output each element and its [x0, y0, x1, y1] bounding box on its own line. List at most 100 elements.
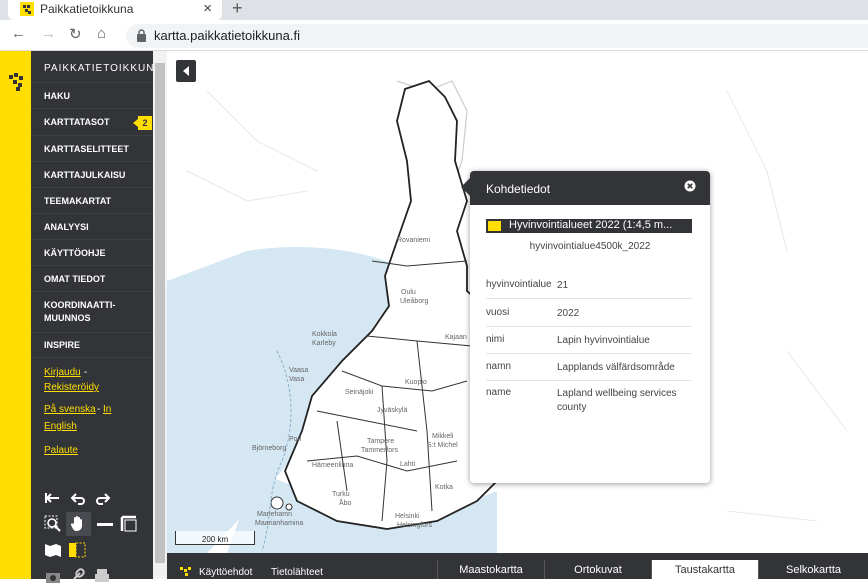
nav-item-haku[interactable]: HAKU [31, 82, 153, 108]
place-label: Mariehamn [257, 511, 293, 518]
collapse-sidebar-button[interactable] [176, 60, 196, 82]
nav-item-analyysi[interactable]: ANALYYSI [31, 213, 153, 239]
place-label: Uleåborg [400, 298, 429, 305]
nav-item-label: KARTTASELITTEET [44, 143, 129, 154]
map-footer: Käyttöehdot Tietolähteet Maastokartta Or… [167, 553, 868, 579]
feedback-link[interactable]: Palaute [44, 445, 78, 456]
popup-header: Kohdetiedot [470, 171, 710, 205]
place-label: Mikkeli [432, 433, 454, 440]
paikkatietoikkuna-logo-icon [9, 73, 23, 91]
sidebar-scrollbar[interactable] [153, 51, 167, 579]
hand-pan-icon [70, 516, 82, 531]
nav-item-koordinaattimuunnos[interactable]: KOORDINAATTI- MUUNNOS [31, 291, 153, 331]
place-label: Kotka [435, 484, 453, 491]
place-label: Kajaan [445, 334, 467, 341]
attribute-key: nimi [486, 334, 505, 345]
nav-item-label: KOORDINAATTI- MUUNNOS [44, 299, 115, 325]
login-separator: - [84, 367, 88, 378]
map-legend-frame-icon[interactable] [68, 541, 86, 559]
swedish-language-link[interactable]: På svenska [44, 404, 96, 415]
background-taustakartta-button[interactable]: Taustakartta [651, 560, 758, 579]
place-label: Tammerfors [361, 447, 398, 454]
nav-item-karttajulkaisu[interactable]: KARTTAJULKAISU [31, 161, 153, 187]
nav-item-kayttoohje[interactable]: KÄYTTÖOHJE [31, 239, 153, 265]
place-label: Åbo [339, 500, 352, 507]
reload-icon[interactable]: ↻ [69, 25, 82, 43]
scale-bar: 200 km [175, 531, 255, 545]
zoom-box-icon[interactable] [44, 515, 62, 533]
paikkatietoikkuna-favicon-icon [20, 2, 34, 16]
scrollbar-thumb[interactable] [155, 63, 165, 563]
background-maastokartta-button[interactable]: Maastokartta [437, 560, 544, 579]
place-label: Tampere [367, 438, 395, 445]
place-label: Seinäjoki [345, 389, 374, 396]
place-label: Lahti [400, 461, 416, 468]
camera-icon[interactable] [44, 567, 62, 585]
attribute-value: Lapland wellbeing services county [557, 388, 677, 413]
nav-item-inspire[interactable]: INSPIRE [31, 332, 153, 358]
tab-close-icon[interactable]: × [203, 0, 212, 17]
place-label: S:t Michel [427, 442, 458, 449]
aland-islands [270, 496, 284, 510]
close-icon[interactable] [684, 180, 696, 192]
place-label: Björneborg [252, 445, 287, 452]
english-language-link[interactable]: In [103, 404, 111, 415]
attribute-key: vuosi [486, 307, 510, 318]
register-link[interactable]: Rekisteröidy [44, 382, 99, 393]
attribute-row: namn Lapplands välfärdsområde [486, 361, 692, 381]
browser-toolbar: ← → ↻ ⌂ kartta.paikkatietoikkuna.fi [0, 20, 868, 51]
terms-of-use-link[interactable]: Käyttöehdot [199, 567, 252, 578]
attribute-key: name [486, 387, 512, 398]
place-label: Helsinki [395, 513, 420, 520]
nav-item-label: OMAT TIEDOT [44, 273, 106, 284]
browser-tab[interactable]: Paikkatietoikkuna × [8, 0, 222, 20]
redo-icon[interactable] [94, 489, 112, 507]
attribute-row: nimi Lapin hyvinvointialue [486, 334, 692, 354]
attribute-value: Lapin hyvinvointialue [557, 335, 650, 346]
background-selkokartta-button[interactable]: Selkokartta [758, 560, 868, 579]
undo-icon[interactable] [69, 489, 87, 507]
login-link[interactable]: Kirjaudu [44, 367, 81, 378]
place-label: Kuopio [405, 379, 427, 386]
tab-title: Paikkatietoikkuna [40, 2, 134, 16]
place-label: Vasa [289, 376, 305, 383]
back-arrow-icon[interactable]: ← [11, 25, 26, 42]
address-bar[interactable]: kartta.paikkatietoikkuna.fi [126, 24, 868, 48]
place-label: Helsingfors [397, 522, 433, 529]
measure-line-icon[interactable] [96, 515, 114, 533]
link-icon[interactable] [68, 567, 86, 585]
nav-item-label: TEEMAKARTAT [44, 195, 112, 206]
popup-title: Kohdetiedot [486, 182, 551, 196]
nav-item-karttatasot[interactable]: KARTTATASOT 2 [31, 108, 153, 134]
home-icon[interactable]: ⌂ [97, 25, 106, 42]
place-label: Pori [289, 436, 302, 443]
forward-arrow-icon[interactable]: → [41, 25, 56, 42]
background-ortokuvat-button[interactable]: Ortokuvat [544, 560, 651, 579]
new-tab-icon[interactable]: + [232, 0, 243, 19]
layer-id: hyvinvointialue4500k_2022 [529, 241, 651, 252]
attribute-key: namn [486, 361, 512, 372]
nav-item-label-line1: KOORDINAATTI- [44, 299, 116, 310]
print-icon[interactable] [93, 567, 111, 585]
nav-item-label: HAKU [44, 90, 70, 101]
pan-tool-selected[interactable] [66, 512, 91, 536]
measure-area-icon[interactable] [120, 515, 138, 533]
place-label: Karleby [312, 340, 336, 347]
layer-name: Hyvinvointialueet 2022 (1:4,5 m... [509, 219, 673, 231]
brand-title: PAIKKATIETOIKKUNA [44, 63, 163, 74]
english-language-link-2[interactable]: English [44, 421, 77, 432]
previous-view-icon[interactable] [44, 489, 62, 507]
url-text: kartta.paikkatietoikkuna.fi [154, 28, 300, 43]
place-label: Maarianhamina [255, 520, 304, 527]
browser-tab-strip: Paikkatietoikkuna × + [0, 0, 868, 20]
attribute-row: vuosi 2022 [486, 307, 692, 327]
feature-info-popup: Kohdetiedot Hyvinvointialueet 2022 (1:4,… [461, 171, 710, 483]
layer-name-bar: Hyvinvointialueet 2022 (1:4,5 m... [486, 219, 692, 233]
nav-item-teemakartat[interactable]: TEEMAKARTAT [31, 187, 153, 213]
nav-item-karttaselitteet[interactable]: KARTTASELITTEET [31, 135, 153, 161]
nav-item-label: ANALYYSI [44, 221, 89, 232]
data-sources-link[interactable]: Tietolähteet [271, 567, 323, 578]
attribute-value: 21 [557, 280, 569, 291]
map-book-icon[interactable] [44, 541, 62, 559]
nav-item-omat-tiedot[interactable]: OMAT TIEDOT [31, 265, 153, 291]
